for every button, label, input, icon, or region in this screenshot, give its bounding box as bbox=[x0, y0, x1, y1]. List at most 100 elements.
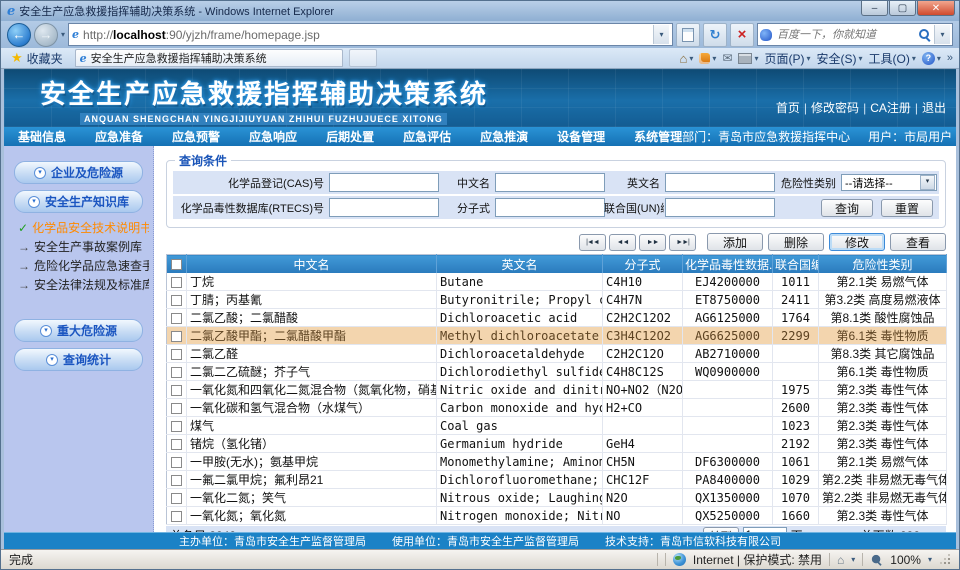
first-page-button[interactable]: |◄◄ bbox=[579, 234, 606, 251]
row-checkbox[interactable] bbox=[171, 439, 182, 450]
table-row[interactable]: 煤气Coal gas1023第2.3类 毒性气体 bbox=[167, 417, 947, 435]
page-menu[interactable]: 页面(P)▾ bbox=[764, 50, 810, 67]
cn-name-input[interactable] bbox=[495, 173, 605, 192]
row-checkbox[interactable] bbox=[171, 475, 182, 486]
history-dropdown-icon[interactable]: ▾ bbox=[61, 30, 65, 39]
search-box[interactable]: ▾ bbox=[757, 23, 953, 46]
stop-button[interactable]: × bbox=[730, 23, 754, 47]
select-all-checkbox[interactable] bbox=[171, 259, 182, 270]
compatibility-view-button[interactable] bbox=[676, 23, 700, 47]
row-checkbox[interactable] bbox=[171, 277, 182, 288]
header-link-4[interactable]: 退出 bbox=[922, 99, 946, 116]
table-row[interactable]: 一氟二氯甲烷；氟利昂21Dichlorofluoromethane; Freon… bbox=[167, 471, 947, 489]
back-button[interactable]: ← bbox=[7, 23, 31, 47]
forward-button[interactable]: → bbox=[34, 23, 58, 47]
safety-menu[interactable]: 安全(S)▾ bbox=[817, 50, 863, 67]
command-overflow-button[interactable]: » bbox=[947, 52, 953, 64]
minimize-button[interactable]: – bbox=[861, 1, 888, 16]
maximize-button[interactable]: ▢ bbox=[889, 1, 916, 16]
new-tab-button[interactable] bbox=[349, 49, 377, 67]
row-checkbox[interactable] bbox=[171, 493, 182, 504]
row-checkbox[interactable] bbox=[171, 403, 182, 414]
row-checkbox[interactable] bbox=[171, 295, 182, 306]
zoom-icon[interactable] bbox=[871, 554, 882, 565]
en-name-input[interactable] bbox=[665, 173, 775, 192]
sidebar-item-2-1[interactable]: ✓化学品安全技术说明书 bbox=[18, 219, 149, 238]
reset-button[interactable]: 重置 bbox=[881, 199, 933, 217]
header-link-1[interactable]: 首页 bbox=[776, 99, 800, 116]
formula-input[interactable] bbox=[495, 198, 605, 217]
nav-item-8[interactable]: 设备管理 bbox=[557, 128, 605, 145]
cell-hazard-class: 第2.1类 易燃气体 bbox=[819, 273, 947, 291]
nav-item-9[interactable]: 系统管理 bbox=[634, 128, 682, 145]
browser-tab[interactable]: e 安全生产应急救援指挥辅助决策系统 bbox=[75, 49, 343, 67]
close-button[interactable]: ✕ bbox=[917, 1, 955, 16]
row-checkbox[interactable] bbox=[171, 511, 182, 522]
last-page-button[interactable]: ►►| bbox=[669, 234, 696, 251]
un-number-input[interactable] bbox=[665, 198, 775, 217]
chevron-down-icon[interactable]: ▾ bbox=[851, 555, 855, 564]
row-checkbox[interactable] bbox=[171, 349, 182, 360]
add-button[interactable]: 添加 bbox=[707, 233, 763, 251]
sidebar-item-2-3[interactable]: →危险化学品应急速查手... bbox=[18, 257, 149, 276]
resize-grip[interactable] bbox=[941, 555, 951, 565]
delete-button[interactable]: 删除 bbox=[768, 233, 824, 251]
chevron-down-icon[interactable]: ▾ bbox=[928, 555, 932, 564]
sidebar-group-1[interactable]: ▾企业及危险源 bbox=[14, 161, 143, 184]
row-checkbox[interactable] bbox=[171, 313, 182, 324]
search-button[interactable]: 查询 bbox=[821, 199, 873, 217]
table-row[interactable]: 二氯二乙硫醚；芥子气Dichlorodiethyl sulfide; Musta… bbox=[167, 363, 947, 381]
table-row[interactable]: 一氧化氮和四氧化二氮混合物（氮氧化物，硝基气，氧化氮气体）Nitric oxid… bbox=[167, 381, 947, 399]
protected-mode-icon[interactable]: ⌂ bbox=[837, 553, 844, 567]
hazard-class-select[interactable]: --请选择-- ▾ bbox=[841, 174, 937, 191]
search-dropdown[interactable]: ▾ bbox=[934, 25, 950, 44]
sidebar-item-2-2[interactable]: →安全生产事故案例库 bbox=[18, 238, 149, 257]
row-checkbox[interactable] bbox=[171, 385, 182, 396]
nav-item-6[interactable]: 应急评估 bbox=[403, 128, 451, 145]
print-button[interactable]: ▾ bbox=[738, 53, 758, 64]
header-link-3[interactable]: CA注册 bbox=[870, 99, 911, 116]
nav-item-7[interactable]: 应急推演 bbox=[480, 128, 528, 145]
nav-item-2[interactable]: 应急准备 bbox=[95, 128, 143, 145]
sidebar-group-4[interactable]: ▾查询统计 bbox=[14, 348, 143, 371]
table-row[interactable]: 锗烷（氢化锗）Germanium hydrideGeH42192第2.3类 毒性… bbox=[167, 435, 947, 453]
table-row[interactable]: 丁腈；丙基氰Butyronitrile; Propyl cyanideC4H7N… bbox=[167, 291, 947, 309]
help-menu[interactable]: ?▾ bbox=[922, 52, 941, 65]
nav-item-3[interactable]: 应急预警 bbox=[172, 128, 220, 145]
table-row[interactable]: 二氯乙酸；二氯醋酸Dichloroacetic acidC2H2C12O2AG6… bbox=[167, 309, 947, 327]
refresh-button[interactable]: ↻ bbox=[703, 23, 727, 47]
table-row[interactable]: 二氯乙酸甲酯；二氯醋酸甲酯Methyl dichloroacetateC3H4C… bbox=[167, 327, 947, 345]
sidebar-group-3[interactable]: ▾重大危险源 bbox=[14, 319, 143, 342]
table-row[interactable]: 一氧化氮；氧化氮Nitrogen monoxide; Nitric oxideN… bbox=[167, 507, 947, 525]
row-checkbox[interactable] bbox=[171, 421, 182, 432]
read-mail-button[interactable]: ✉ bbox=[722, 51, 732, 65]
search-icon[interactable] bbox=[918, 28, 931, 41]
next-page-button[interactable]: ►► bbox=[639, 234, 666, 251]
row-checkbox[interactable] bbox=[171, 331, 182, 342]
sidebar-item-2-4[interactable]: →安全法律法规及标准库 bbox=[18, 276, 149, 295]
table-row[interactable]: 二氯乙醛DichloroacetaldehydeC2H2C12OAB271000… bbox=[167, 345, 947, 363]
feeds-button[interactable]: ▾ bbox=[699, 53, 716, 64]
tools-menu[interactable]: 工具(O)▾ bbox=[869, 50, 916, 67]
table-row[interactable]: 丁烷ButaneC4H10EJ42000001011第2.1类 易燃气体 bbox=[167, 273, 947, 291]
address-dropdown[interactable]: ▾ bbox=[653, 25, 669, 44]
rtecs-input[interactable] bbox=[329, 198, 439, 217]
search-input[interactable] bbox=[775, 28, 915, 42]
home-button[interactable]: ⌂▾ bbox=[680, 51, 694, 66]
row-checkbox[interactable] bbox=[171, 457, 182, 468]
table-row[interactable]: 一氧化碳和氢气混合物（水煤气）Carbon monoxide and hydro… bbox=[167, 399, 947, 417]
favorites-button[interactable]: ★ 收藏夹 bbox=[5, 50, 69, 67]
table-row[interactable]: 一氧化二氮；笑气Nitrous oxide; Laughing gasN2OQX… bbox=[167, 489, 947, 507]
nav-item-4[interactable]: 应急响应 bbox=[249, 128, 297, 145]
nav-item-1[interactable]: 基础信息 bbox=[18, 128, 66, 145]
table-row[interactable]: 一甲胺(无水)；氨基甲烷Monomethylamine; Aminomethan… bbox=[167, 453, 947, 471]
modify-button[interactable]: 修改 bbox=[829, 233, 885, 251]
cas-input[interactable] bbox=[329, 173, 439, 192]
header-link-2[interactable]: 修改密码 bbox=[811, 99, 859, 116]
view-button[interactable]: 查看 bbox=[890, 233, 946, 251]
prev-page-button[interactable]: ◄◄ bbox=[609, 234, 636, 251]
address-field[interactable]: e http://localhost:90/yjzh/frame/homepag… bbox=[68, 23, 673, 46]
row-checkbox[interactable] bbox=[171, 367, 182, 378]
sidebar-group-2[interactable]: ▾安全生产知识库 bbox=[14, 190, 143, 213]
nav-item-5[interactable]: 后期处置 bbox=[326, 128, 374, 145]
